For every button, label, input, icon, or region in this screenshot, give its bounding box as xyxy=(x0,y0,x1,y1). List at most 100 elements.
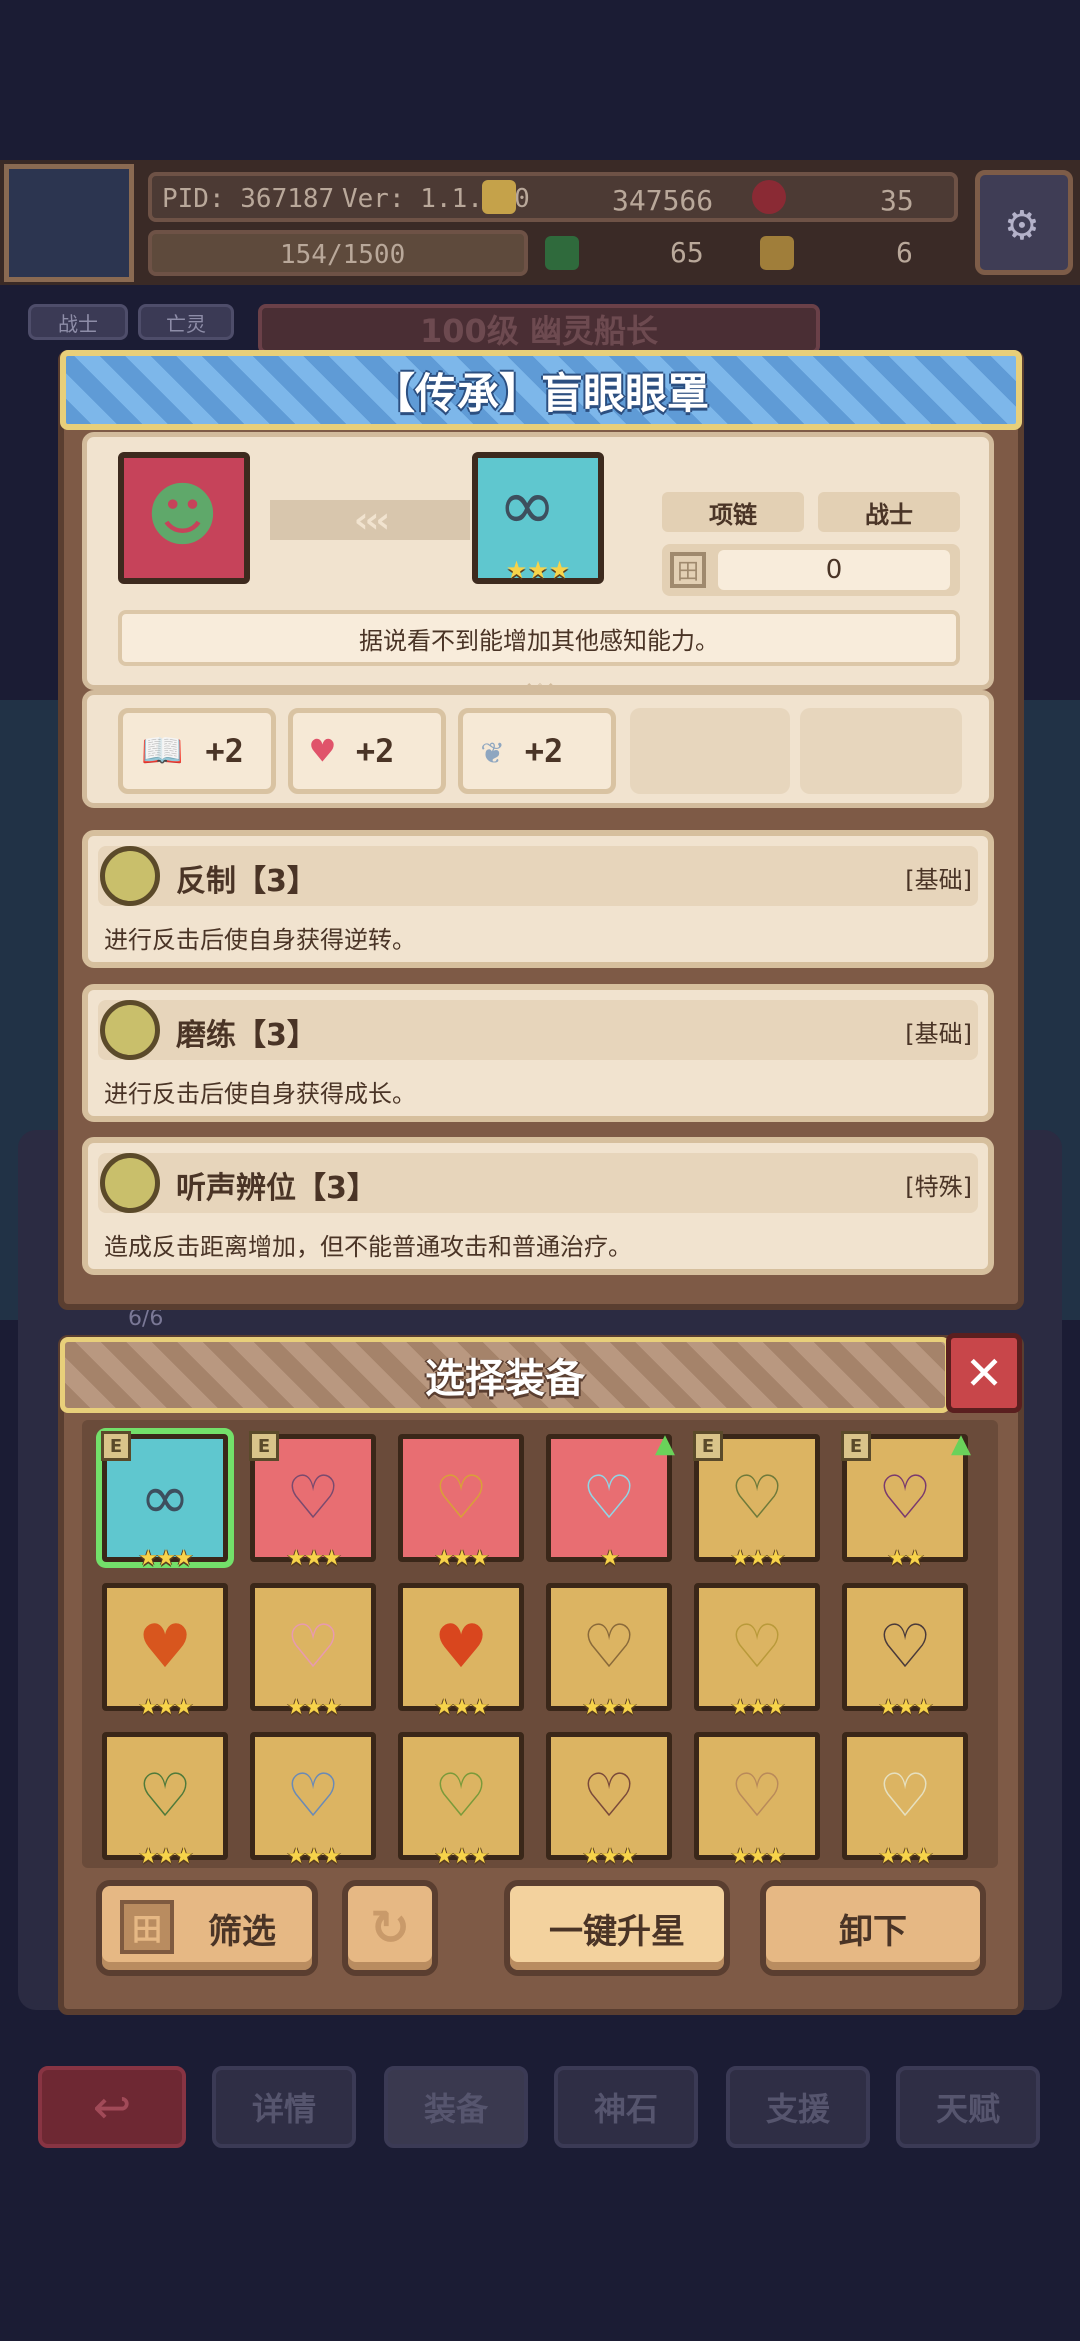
star-rating: ★★★ xyxy=(434,1844,489,1869)
gem-count: 35 xyxy=(880,184,914,217)
exp-label: 154/1500 xyxy=(280,240,406,270)
star-rating: ★★★ xyxy=(286,1844,341,1869)
equipped-badge: E xyxy=(841,1431,871,1461)
equipment-slot[interactable]: ♡ ★★★ xyxy=(546,1732,672,1869)
item-title-bar: 【传承】盲眼眼罩 xyxy=(60,350,1022,430)
hero-portrait[interactable]: ☻ xyxy=(118,452,250,584)
equipment-slot[interactable]: ♡ ★★★ xyxy=(842,1732,968,1869)
star-rating: ★★★ xyxy=(730,1546,785,1571)
star-rating: ★★★ xyxy=(878,1844,933,1869)
necklace-icon: ♥ xyxy=(434,1612,488,1682)
star-rating: ★★★ xyxy=(582,1844,637,1869)
upgrade-arrow-icon: ▲ xyxy=(951,1429,971,1459)
settings-button[interactable]: ⚙ xyxy=(975,170,1073,275)
equipment-slot[interactable]: ♡ ★★★ xyxy=(546,1583,672,1720)
exp-bar: 154/1500 xyxy=(148,230,528,276)
player-info-bar: PID: 367187 Ver: 1.1.2.0 347566 35 xyxy=(148,172,958,222)
star-rating: ★★★ xyxy=(434,1695,489,1720)
equipment-slot[interactable]: ♡ ★★★ xyxy=(398,1434,524,1571)
stat-card-book: 📖 +2 xyxy=(118,708,276,794)
equipment-slot[interactable]: ♡ ★★★ xyxy=(842,1583,968,1720)
necklace-icon: ♡ xyxy=(730,1612,784,1682)
tab-talent[interactable]: 天赋 xyxy=(896,2066,1040,2148)
equipped-badge: E xyxy=(249,1431,279,1461)
necklace-icon: ♡ xyxy=(286,1463,340,1533)
equipment-slot[interactable]: ♥ ★★★ xyxy=(102,1583,228,1720)
equipment-slot[interactable]: ♡ ★★ E ▲ xyxy=(841,1429,971,1571)
equipment-slot[interactable]: ♡ ★★★ xyxy=(398,1732,524,1869)
necklace-icon: ♡ xyxy=(582,1463,636,1533)
star-rating: ★★★ xyxy=(582,1695,637,1720)
grid-icon: 田 xyxy=(120,1900,174,1954)
necklace-icon: ♡ xyxy=(730,1463,784,1533)
necklace-icon: ♡ xyxy=(582,1761,636,1831)
equipment-slot[interactable]: ♡ ★★★ xyxy=(694,1732,820,1869)
necklace-icon: ♡ xyxy=(878,1612,932,1682)
close-button[interactable]: ✕ xyxy=(946,1333,1022,1413)
skill-card: 听声辨位【3】 [特殊] 造成反击距离增加，但不能普通攻击和普通治疗。 xyxy=(82,1137,994,1275)
upgrade-all-button[interactable]: 一键升星 xyxy=(504,1880,730,1976)
item-class-tag: 战士 xyxy=(818,492,960,532)
gold-count: 347566 xyxy=(612,184,714,217)
wing-icon: ❦ xyxy=(481,730,503,772)
stat-value: +2 xyxy=(205,732,244,770)
necklace-icon: ∞ xyxy=(140,1463,190,1533)
filter-label: 筛选 xyxy=(208,1911,276,1952)
item-description: 据说看不到能增加其他感知能力。 xyxy=(118,610,960,666)
skill-card: 磨练【3】 [基础] 进行反击后使自身获得成长。 xyxy=(82,984,994,1122)
zombie-girl-icon: ☻ xyxy=(146,474,219,556)
picker-title-bar: 选择装备 xyxy=(60,1337,950,1413)
star-rating: ★★★ xyxy=(286,1695,341,1720)
star-rating: ★★ xyxy=(887,1546,924,1571)
stat-value: +2 xyxy=(355,732,395,770)
star-rating: ★★★ xyxy=(138,1844,193,1869)
item-portrait[interactable]: ∞ ★★★ xyxy=(472,452,604,584)
skill-name: 磨练【3】 xyxy=(176,1018,317,1053)
equipment-slot[interactable]: ♥ ★★★ xyxy=(398,1583,524,1720)
necklace-icon: ♡ xyxy=(878,1463,932,1533)
filter-button[interactable]: 田 筛选 xyxy=(96,1880,318,1976)
necklace-icon: ♥ xyxy=(138,1612,192,1682)
necklace-icon: ♡ xyxy=(434,1463,488,1533)
equipment-slot[interactable]: ∞ ★★★ E xyxy=(101,1431,228,1571)
item-title: 【传承】盲眼眼罩 xyxy=(372,368,709,418)
star-rating: ★★★ xyxy=(138,1695,193,1720)
equipment-slot[interactable]: ♡ ★★★ E xyxy=(249,1431,376,1571)
stat-card-heart: ♥ +2 xyxy=(288,708,446,794)
star-rating: ★★★ xyxy=(434,1546,489,1571)
equipment-slot[interactable]: ♡ ★ ▲ xyxy=(546,1429,675,1571)
refresh-button[interactable]: ↻ xyxy=(342,1880,438,1976)
player-avatar[interactable] xyxy=(4,164,134,282)
clover-count: 65 xyxy=(670,236,704,269)
stat-card-wing: ❦ +2 xyxy=(458,708,616,794)
blindfold-icon: ∞ xyxy=(498,464,557,546)
tab-details[interactable]: 详情 xyxy=(212,2066,356,2148)
key-icon xyxy=(760,236,794,270)
skill-tag: [基础] xyxy=(905,866,972,894)
equipment-slot[interactable]: ♡ ★★★ xyxy=(102,1732,228,1869)
transfer-arrows: ‹‹‹ xyxy=(270,500,470,541)
item-level-box: 田 0 xyxy=(662,544,960,596)
item-stars: ★★★ xyxy=(505,556,571,584)
race-tag: 亡灵 xyxy=(138,304,234,340)
tab-stone[interactable]: 神石 xyxy=(554,2066,698,2148)
equipment-slot[interactable]: ♡ ★★★ xyxy=(250,1583,376,1720)
necklace-icon: ♡ xyxy=(138,1761,192,1831)
item-type-tag: 项链 xyxy=(662,492,804,532)
star-rating: ★★★ xyxy=(730,1695,785,1720)
equipment-slot[interactable]: ♡ ★★★ xyxy=(694,1583,820,1720)
stat-card-empty xyxy=(800,708,962,794)
pid-label: PID: 367187 xyxy=(162,184,335,214)
refresh-icon: ↻ xyxy=(369,1900,411,1956)
stat-value: +2 xyxy=(524,732,564,770)
tab-equip[interactable]: 装备 xyxy=(384,2066,528,2148)
equipment-slot[interactable]: ♡ ★★★ E xyxy=(693,1431,820,1571)
star-rating: ★★★ xyxy=(730,1844,785,1869)
back-button[interactable]: ↩ xyxy=(38,2066,186,2148)
equipment-slot[interactable]: ♡ ★★★ xyxy=(250,1732,376,1869)
equipped-badge: E xyxy=(101,1431,131,1461)
clover-icon xyxy=(545,236,579,270)
tab-support[interactable]: 支援 xyxy=(726,2066,870,2148)
key-count: 6 xyxy=(896,236,913,269)
unequip-button[interactable]: 卸下 xyxy=(760,1880,986,1976)
